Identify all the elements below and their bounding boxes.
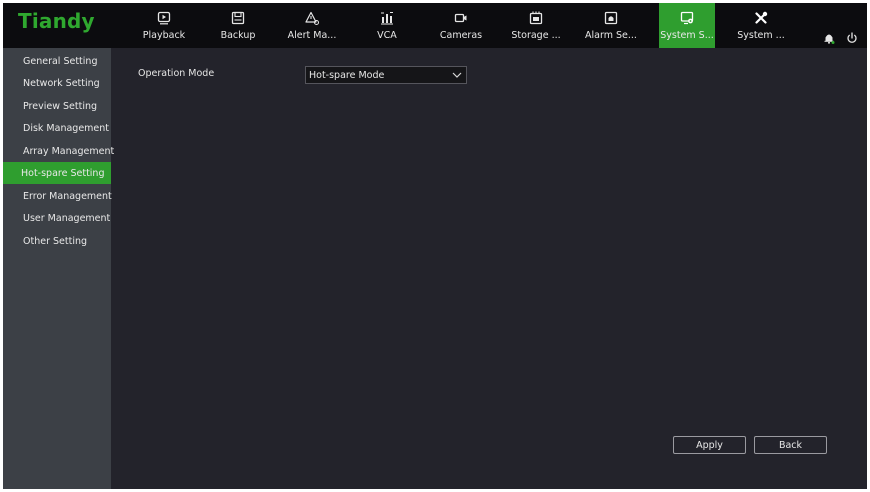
sidebar-item-preview-setting[interactable]: Preview Setting [3,95,111,117]
sidebar-item-network-setting[interactable]: Network Setting [3,72,111,94]
nav-alert-management[interactable]: Alert Ma... [284,3,340,48]
nav-alarm-settings[interactable]: Alarm Se... [583,3,639,48]
sidebar-item-other-setting[interactable]: Other Setting [3,230,111,252]
tools-icon [755,11,768,24]
nav-label: Alert Ma... [287,30,337,41]
nav-storage[interactable]: Storage ... [508,3,564,48]
nav-label: System ... [737,30,785,41]
system-settings-icon [680,11,694,25]
top-nav-bar: Tiandy Playback Backup Alert Ma... VCA C… [3,3,867,48]
nav-label: VCA [377,30,397,41]
storage-icon [529,11,543,25]
alarm-icon [604,11,618,25]
sidebar-item-error-management[interactable]: Error Management [3,185,112,207]
nav-backup[interactable]: Backup [210,3,266,48]
alert-icon [305,11,319,25]
chevron-down-icon [452,72,462,78]
sidebar-item-user-management[interactable]: User Management [3,207,111,229]
nav-system-settings[interactable]: System S... [659,3,715,48]
operation-mode-select[interactable]: Hot-spare Mode [305,66,467,84]
apply-button[interactable]: Apply [673,436,746,454]
brand-logo: Tiandy [18,9,95,33]
camera-icon [454,13,467,23]
nav-label: System S... [660,30,714,41]
sidebar-item-disk-management[interactable]: Disk Management [3,117,111,139]
sidebar-item-array-management[interactable]: Array Management [3,140,114,162]
app-window: Tiandy Playback Backup Alert Ma... VCA C… [3,3,867,489]
playback-icon [157,11,171,25]
nav-label: Alarm Se... [585,30,637,41]
settings-sidebar: General Setting Network Setting Preview … [3,48,114,489]
operation-mode-value: Hot-spare Mode [309,69,385,81]
backup-icon [231,11,245,25]
nav-label: Storage ... [511,30,561,41]
nav-playback[interactable]: Playback [136,3,192,48]
nav-label: Playback [142,30,186,41]
bell-icon[interactable] [823,32,835,44]
operation-mode-label: Operation Mode [138,68,215,79]
sidebar-item-hot-spare-setting[interactable]: Hot-spare Setting [3,162,111,184]
nav-label: Backup [220,30,256,41]
sidebar-item-general-setting[interactable]: General Setting [3,50,111,72]
nav-system-maintenance[interactable]: System ... [733,3,789,48]
vca-icon [381,12,393,25]
back-button[interactable]: Back [754,436,827,454]
nav-label: Cameras [439,30,483,41]
nav-vca[interactable]: VCA [359,3,415,48]
power-icon[interactable] [846,32,858,44]
nav-cameras[interactable]: Cameras [433,3,489,48]
